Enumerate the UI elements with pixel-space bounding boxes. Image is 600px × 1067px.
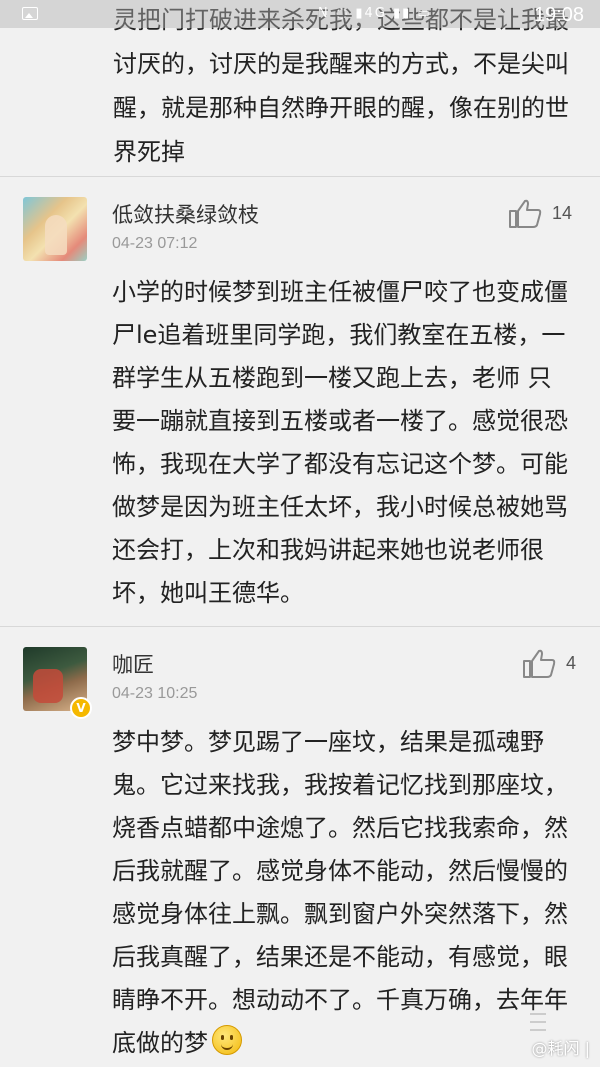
thumbs-up-icon <box>523 649 556 678</box>
comment-divider <box>0 626 600 627</box>
comment-body: 小学的时候梦到班主任被僵尸咬了也变成僵尸le追着班里同学跑，我们教室在五楼，一群… <box>112 278 568 607</box>
like-button[interactable]: 14 <box>508 199 588 229</box>
avatar-figure <box>45 215 67 255</box>
comment-timestamp: 04-23 07:12 <box>112 235 198 252</box>
avatar[interactable] <box>23 197 87 261</box>
comment-divider <box>0 176 600 177</box>
avatar-figure <box>33 669 63 703</box>
status-time: 19:08 <box>533 4 584 26</box>
comment-username[interactable]: 咖匠 <box>112 649 154 679</box>
like-count: 14 <box>552 203 573 223</box>
thumbs-up-icon <box>509 199 542 228</box>
menu-lines-icon <box>530 1013 546 1031</box>
comment-body: 梦中梦。梦见踢了一座坟，结果是孤魂野鬼。它过来找我，我按着记忆找到那座坟，烧香点… <box>112 721 572 1065</box>
verified-badge-icon: V <box>70 697 92 719</box>
like-count: 4 <box>566 653 577 673</box>
comment-username[interactable]: 低敛扶桑绿敛枝 <box>112 199 259 229</box>
gallery-icon <box>22 7 38 20</box>
like-button[interactable]: 4 <box>522 649 600 679</box>
smiley-emoji-icon <box>212 1025 242 1055</box>
status-bar: N ◌ ▮4G ▮▮ ▭ 19:08 <box>0 0 600 28</box>
comment-body-text: 梦中梦。梦见踢了一座坟，结果是孤魂野鬼。它过来找我，我按着记忆找到那座坟，烧香点… <box>112 728 568 1057</box>
signal-icons: N ◌ ▮4G ▮▮ ▭ <box>318 6 432 21</box>
watermark: @耗闪 | <box>531 1039 590 1058</box>
network-label: 4G <box>364 6 387 21</box>
comment-timestamp: 04-23 10:25 <box>112 685 198 702</box>
